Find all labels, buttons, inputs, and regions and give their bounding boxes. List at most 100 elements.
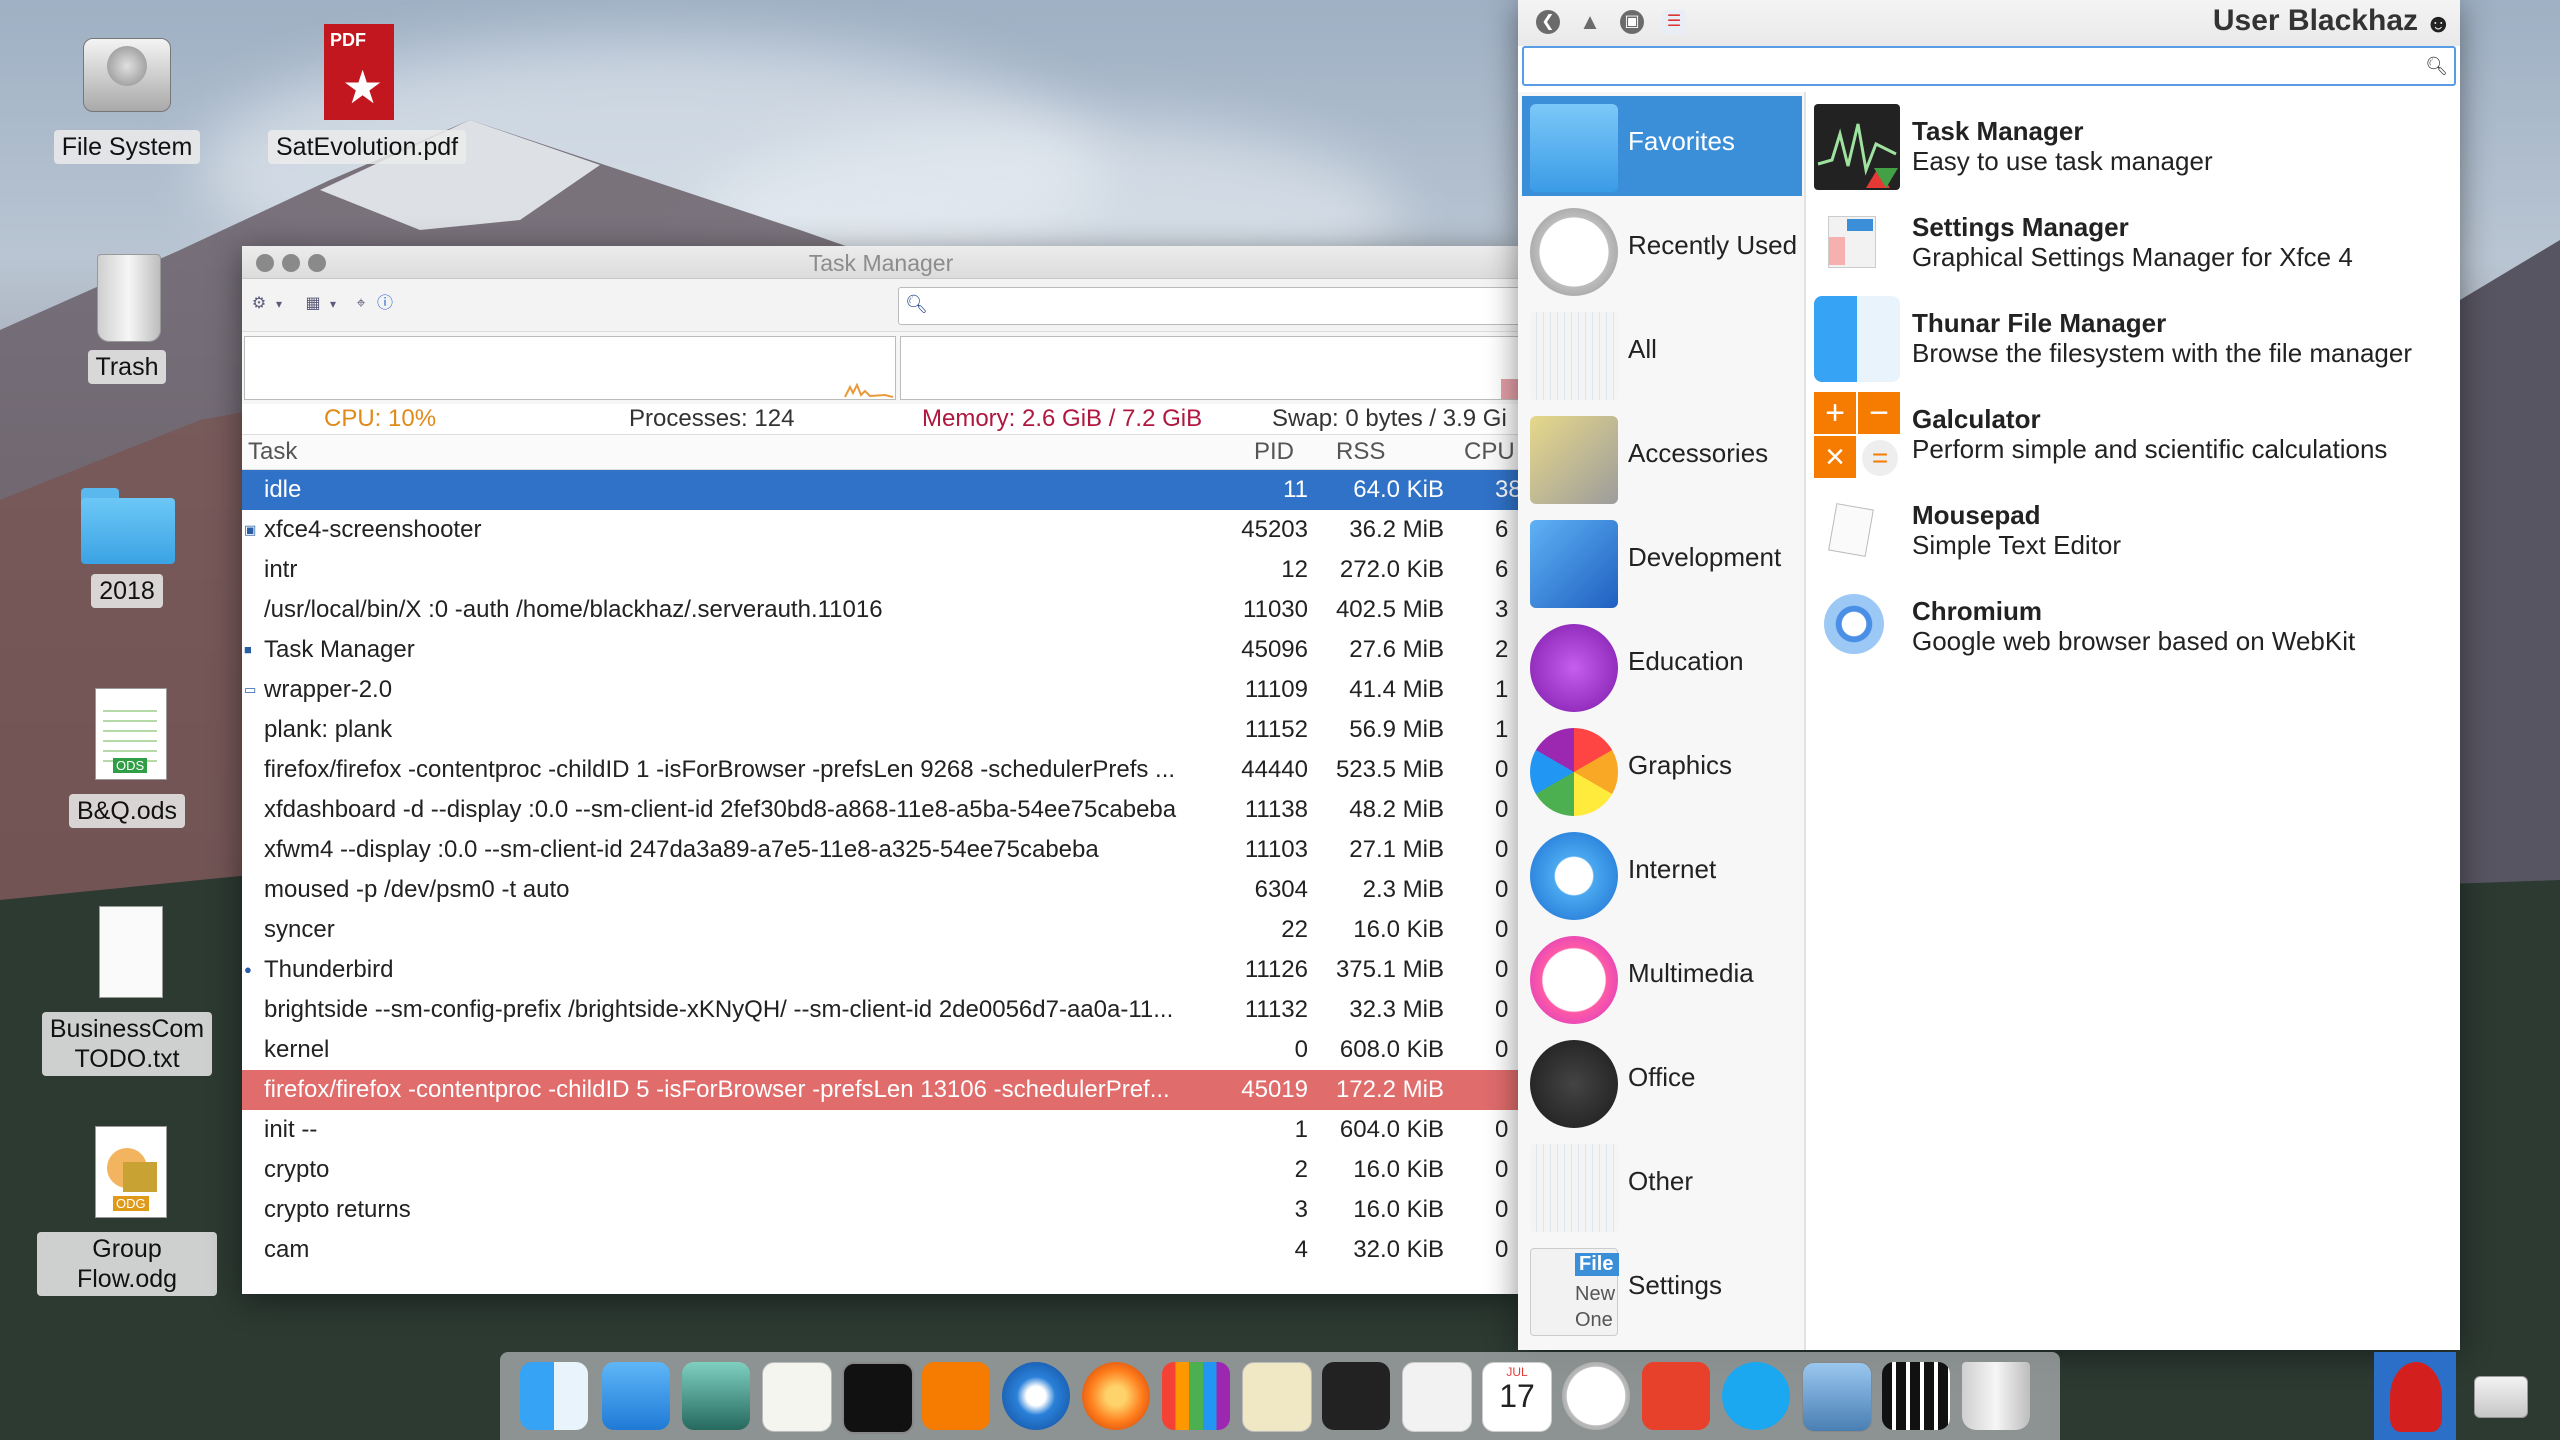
process-rss: 523.5 MiB [1335,756,1444,783]
table-row[interactable]: firefox/firefox -contentproc -childID 1 … [242,750,1520,790]
category-favorites[interactable]: Favorites [1522,96,1802,196]
dock-thunderbird-icon[interactable] [1002,1362,1070,1430]
chevron-down-icon[interactable]: ▾ [270,295,288,313]
search-icon: 🔍︎ [2425,56,2448,76]
app-chromium[interactable]: Chromium Google web browser based on Web… [1808,576,2458,672]
desktop-icon-bq-ods[interactable]: ODS B&Q.ods [37,688,217,828]
category-label: Internet [1628,854,1717,884]
table-row[interactable]: syncer 22 16.0 KiB 0 [242,910,1520,950]
dock-notes-icon[interactable] [762,1362,832,1432]
category-multimedia[interactable]: Multimedia [1522,928,1802,1028]
settings-manager-icon[interactable]: ☰ [1662,10,1686,34]
table-row[interactable]: firefox/firefox -contentproc -childID 5 … [242,1070,1520,1110]
process-cpu: 0 [1495,876,1509,903]
table-row[interactable]: moused -p /dev/psm0 -t auto 6304 2.3 MiB 0 [242,870,1520,910]
desktop-icon-group-flow-odg[interactable]: ODG Group Flow.odg [37,1126,217,1296]
category-internet[interactable]: Internet [1522,824,1802,924]
dock-dashboard-icon[interactable] [682,1362,750,1430]
category-other[interactable]: Other [1522,1136,1802,1236]
user-icon[interactable]: ▲ [1578,10,1602,34]
app-task-manager[interactable]: Task Manager Easy to use task manager [1808,96,2458,192]
dock-skype-icon[interactable] [1722,1362,1790,1430]
chevron-down-icon[interactable]: ▾ [324,295,342,313]
info-icon[interactable]: ⓘ [376,295,394,313]
app-settings-manager[interactable]: Settings Manager Graphical Settings Mana… [1808,192,2458,288]
table-row[interactable]: plank: plank 11152 56.9 MiB 1 [242,710,1520,750]
screenshot-icon: ▣ [244,522,257,537]
column-rss[interactable]: RSS [1336,435,1385,469]
app-thunar-file-manager[interactable]: Thunar File Manager Browse the filesyste… [1808,288,2458,384]
process-pid: 11030 [1243,596,1308,623]
process-cpu: 0 [1495,1036,1509,1063]
category-all[interactable]: All [1522,304,1802,404]
table-row[interactable]: xfwm4 --display :0.0 --sm-client-id 247d… [242,830,1520,870]
table-row[interactable]: intr 12 272.0 KiB 6 [242,550,1520,590]
category-settings[interactable]: File New One Settings [1522,1240,1802,1340]
dock-settings-icon[interactable] [1402,1362,1472,1432]
desktop-icon-satevolution-pdf[interactable]: PDF ★ SatEvolution.pdf [268,24,467,164]
table-row[interactable]: /usr/local/bin/X :0 -auth /home/blackhaz… [242,590,1520,630]
title-bar[interactable]: Task Manager [242,246,1520,279]
dock-mosaic-icon[interactable] [1882,1362,1950,1430]
table-row[interactable]: crypto 2 16.0 KiB 0 [242,1150,1520,1190]
removable-drive-icon[interactable] [2474,1376,2528,1418]
table-row[interactable]: brightside --sm-config-prefix /brightsid… [242,990,1520,1030]
dock-terminal-icon[interactable] [842,1362,914,1434]
table-row[interactable]: kernel 0 608.0 KiB 0 [242,1030,1520,1070]
bsd-daemon-icon[interactable] [2374,1352,2456,1440]
dock-activity-icon[interactable] [1642,1362,1710,1430]
category-graphics[interactable]: Graphics [1522,720,1802,820]
table-row[interactable]: init -- 1 604.0 KiB 0 [242,1110,1520,1150]
dock-calendar-icon[interactable]: JUL 17 [1482,1362,1552,1432]
dock-finder-icon[interactable] [520,1362,588,1430]
column-pid[interactable]: PID [1254,435,1294,469]
process-rss: 272.0 KiB [1339,556,1444,583]
column-task[interactable]: Task [248,435,297,469]
table-row[interactable]: ■ Task Manager 45096 27.6 MiB 2 [242,630,1520,670]
process-name: intr [264,556,298,583]
menu-search-input[interactable]: 🔍︎ [1522,46,2456,86]
table-row[interactable]: crypto returns 3 16.0 KiB 0 [242,1190,1520,1230]
dock-editor-icon[interactable] [1242,1362,1312,1432]
search-input[interactable]: 🔍︎ [898,287,1520,325]
dock-clock-icon[interactable] [1562,1362,1630,1430]
dock-charts-icon[interactable] [1162,1362,1230,1430]
desktop-icon-file-system[interactable]: File System [37,24,217,164]
finder-icon [1814,296,1900,382]
category-development[interactable]: Development [1522,512,1802,612]
category-label: Favorites [1628,126,1735,156]
column-cpu[interactable]: CPU [1464,435,1515,469]
desktop-icon-businesscom-todo[interactable]: BusinessCom TODO.txt [37,906,217,1076]
crosshair-icon[interactable]: ⌖ [352,295,370,313]
back-icon[interactable]: ❮ [1536,10,1560,34]
desktop-icon-trash[interactable]: Trash [37,244,217,384]
thunderbird-icon: ● [244,962,252,977]
table-row[interactable]: xfdashboard -d --display :0.0 --sm-clien… [242,790,1520,830]
category-recently-used[interactable]: Recently Used [1522,200,1802,300]
category-label: Development [1628,542,1782,572]
category-office[interactable]: Office [1522,1032,1802,1132]
education-icon [1530,624,1618,712]
category-education[interactable]: Education [1522,616,1802,716]
lock-icon[interactable]: ▣ [1620,10,1644,34]
desktop-icon-folder-2018[interactable]: 2018 [37,468,217,608]
dock-task-manager-icon[interactable] [1322,1362,1390,1430]
dock-trash-icon[interactable] [1962,1362,2030,1430]
dock-firefox-icon[interactable] [1082,1362,1150,1430]
view-icon[interactable]: ▦ [304,295,322,313]
process-rss: 32.0 KiB [1353,1236,1444,1263]
dock-calculator-icon[interactable] [922,1362,990,1430]
app-galculator[interactable]: + − × = Galculator Perform simple and sc… [1808,384,2458,480]
dock-preview-icon[interactable] [1802,1362,1872,1432]
dock-files-icon[interactable] [602,1362,670,1430]
table-row[interactable]: idle 11 64.0 KiB 381 [242,470,1520,510]
table-row[interactable]: ● Thunderbird 11126 375.1 MiB 0 [242,950,1520,990]
desktop-icon-label: Trash [87,350,167,384]
settings-icon[interactable]: ⚙ [250,295,268,313]
app-mousepad[interactable]: Mousepad Simple Text Editor [1808,480,2458,576]
table-row[interactable]: ▣ xfce4-screenshooter 45203 36.2 MiB 6 [242,510,1520,550]
table-row[interactable]: ▭ wrapper-2.0 11109 41.4 MiB 1 [242,670,1520,710]
process-cpu: 2 [1495,636,1509,663]
table-row[interactable]: cam 4 32.0 KiB 0 [242,1230,1520,1270]
category-accessories[interactable]: Accessories [1522,408,1802,508]
